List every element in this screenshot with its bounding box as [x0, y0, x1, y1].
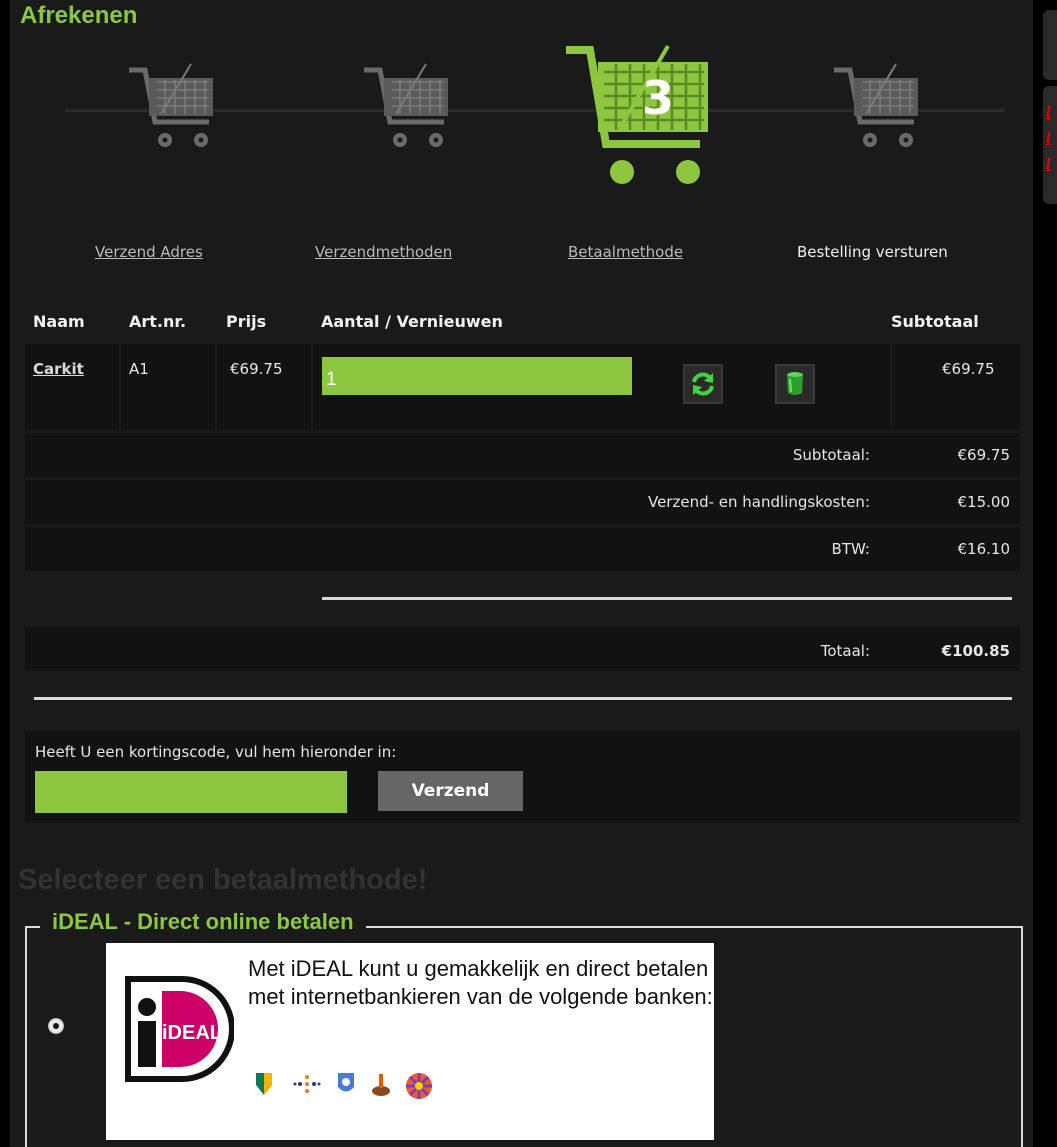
- item-subtotal: €69.75: [942, 360, 995, 378]
- summary-total-label: Totaal:: [820, 642, 870, 660]
- col-header-qty: Aantal / Vernieuwen: [321, 312, 503, 331]
- rabobank-icon: [293, 1075, 321, 1093]
- ideal-logo: iDEAL: [125, 976, 234, 1082]
- col-header-sku: Art.nr.: [129, 312, 187, 331]
- delete-item-button[interactable]: [775, 364, 815, 404]
- ing-bank-icon: [372, 1074, 390, 1096]
- discount-section: Heeft U een kortingscode, vul hem hieron…: [25, 731, 1020, 823]
- summary-row-vat: [25, 527, 1020, 571]
- side-link[interactable]: l: [1046, 156, 1050, 174]
- step-number: 3: [642, 71, 674, 125]
- col-header-name: Naam: [33, 312, 85, 331]
- side-link[interactable]: l: [1046, 104, 1050, 122]
- summary-row-shipping: [25, 480, 1020, 524]
- summary-row-total: [25, 627, 1020, 671]
- fortis-bank-icon: [406, 1073, 432, 1099]
- side-link[interactable]: l: [1046, 130, 1050, 148]
- divider: [322, 597, 1012, 600]
- col-header-subtotal: Subtotaal: [891, 312, 979, 331]
- trash-icon: [787, 372, 803, 395]
- summary-total-value: €100.85: [941, 642, 1010, 660]
- summary-row-subtotal: [25, 433, 1020, 477]
- payment-method-title: iDEAL - Direct online betalen: [40, 909, 366, 935]
- summary-vat-label: BTW:: [831, 540, 870, 558]
- abn-amro-icon: [256, 1073, 272, 1095]
- cart-step-2-icon: [364, 63, 448, 147]
- ideal-info-panel: iDEAL Met iDEAL kunt u gemakkelijk en di…: [106, 943, 714, 1140]
- ideal-logo-text: iDEAL: [162, 1022, 222, 1044]
- discount-label: Heeft U een kortingscode, vul hem hieron…: [35, 743, 397, 761]
- cart-step-4-icon: [834, 63, 918, 147]
- page-title: Afrekenen: [20, 2, 138, 29]
- discount-code-input[interactable]: [35, 771, 347, 813]
- cart-step-1-icon: [129, 63, 213, 147]
- item-name-link[interactable]: Carkit: [33, 360, 84, 378]
- sns-bank-icon: [338, 1073, 354, 1092]
- summary-shipping-label: Verzend- en handlingskosten:: [647, 493, 870, 511]
- step-link-verzend-adres[interactable]: Verzend Adres: [95, 243, 203, 261]
- ideal-description: Met iDEAL kunt u gemakkelijk en direct b…: [248, 956, 713, 1009]
- col-header-price: Prijs: [226, 312, 267, 331]
- summary-shipping-value: €15.00: [957, 493, 1011, 511]
- step-link-verzendmethoden[interactable]: Verzendmethoden: [315, 243, 452, 261]
- item-price: €69.75: [230, 360, 283, 378]
- summary-subtotal-label: Subtotaal:: [792, 446, 870, 464]
- step-link-betaalmethode[interactable]: Betaalmethode: [568, 243, 683, 261]
- payment-heading: Selecteer een betaalmethode!: [18, 864, 428, 896]
- side-tab[interactable]: [1043, 10, 1057, 80]
- refresh-icon: [692, 372, 714, 396]
- discount-submit-button[interactable]: Verzend: [378, 771, 523, 811]
- payment-method-radio[interactable]: [48, 1018, 64, 1034]
- step-label-bestelling-versturen: Bestelling versturen: [797, 243, 948, 261]
- item-sku: A1: [129, 360, 149, 378]
- divider: [34, 697, 1012, 700]
- checkout-page: Afrekenen 3 Verzend Adres Verzendmethode…: [10, 0, 1033, 1147]
- update-quantity-button[interactable]: [683, 364, 723, 404]
- summary-subtotal-value: €69.75: [957, 446, 1011, 464]
- summary-vat-value: €16.10: [957, 540, 1011, 558]
- quantity-input[interactable]: [322, 357, 632, 395]
- cart-step-3-active-icon: 3: [566, 44, 708, 184]
